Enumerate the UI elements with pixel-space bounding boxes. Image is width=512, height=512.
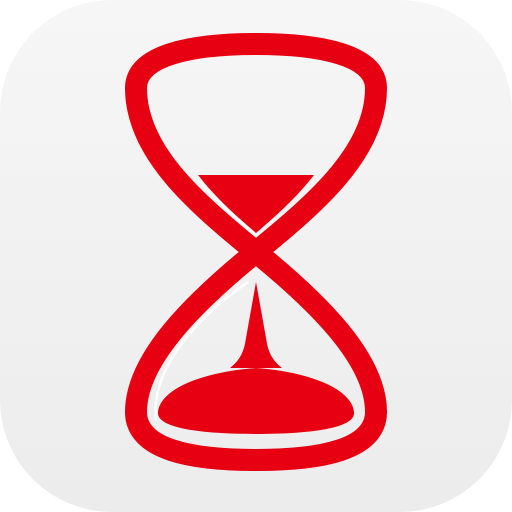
app-icon[interactable] [0, 0, 512, 512]
canvas [0, 0, 512, 512]
hourglass-icon [0, 0, 512, 512]
